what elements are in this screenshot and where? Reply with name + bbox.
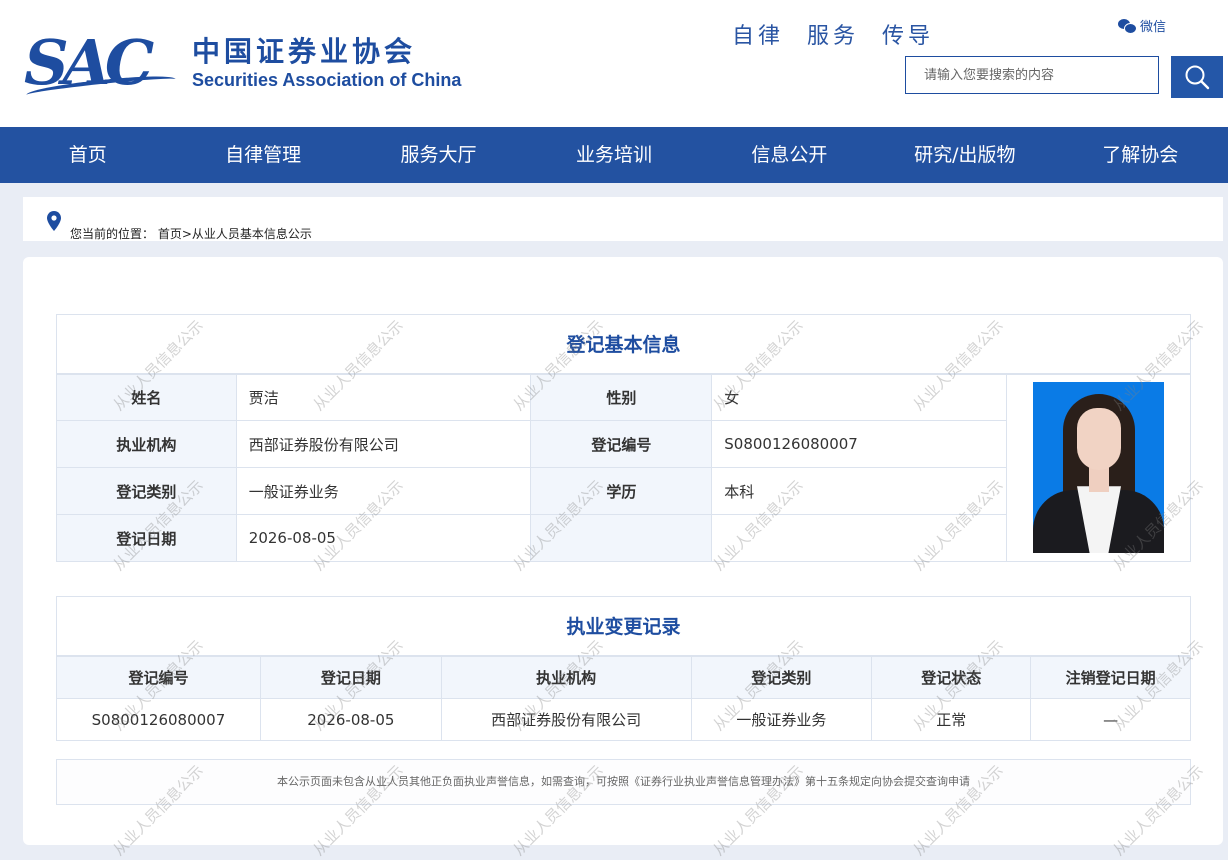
empty-label-cell <box>530 514 713 562</box>
photo-cell <box>1006 373 1191 562</box>
value-education: 本科 <box>711 467 1008 515</box>
col-header-reg-date: 登记日期 <box>259 655 442 699</box>
wechat-link[interactable]: 微信 <box>1118 16 1166 35</box>
wechat-icon <box>1118 18 1137 34</box>
nav-item-self-regulation[interactable]: 自律管理 <box>175 127 350 183</box>
value-reg-type: 一般证券业务 <box>235 467 532 515</box>
cell-status: 正常 <box>871 698 1032 741</box>
empty-value-cell <box>711 514 1008 562</box>
basic-info-table: 登记基本信息 姓名 贾洁 性别 女 执业机构 西部证券股份有限公司 登记编号 S… <box>56 314 1191 562</box>
nav-item-service-hall[interactable]: 服务大厅 <box>351 127 526 183</box>
value-gender: 女 <box>711 373 1008 421</box>
value-reg-date: 2026-08-05 <box>235 514 532 562</box>
search-bar <box>905 56 1223 98</box>
col-header-status: 登记状态 <box>871 655 1032 699</box>
nav-item-disclosure[interactable]: 信息公开 <box>702 127 877 183</box>
breadcrumb-prefix: 您当前的位置： <box>70 227 155 241</box>
nav-item-about[interactable]: 了解协会 <box>1053 127 1228 183</box>
label-reg-no: 登记编号 <box>530 420 713 468</box>
sac-logo[interactable]: SAC 中国证券业协会 Securities Association of Ch… <box>24 30 484 102</box>
wechat-label: 微信 <box>1140 20 1167 35</box>
nav-item-training[interactable]: 业务培训 <box>526 127 701 183</box>
location-pin-icon <box>47 211 61 231</box>
main-nav: 首页 自律管理 服务大厅 业务培训 信息公开 研究/出版物 了解协会 <box>0 127 1228 183</box>
cell-reg-no: S0800126080007 <box>56 698 261 741</box>
col-header-org: 执业机构 <box>440 655 692 699</box>
table-row: S0800126080007 2026-08-05 西部证券股份有限公司 一般证… <box>56 698 1191 741</box>
logo-chinese-name: 中国证券业协会 <box>192 35 417 68</box>
breadcrumb-home-link[interactable]: 首页 <box>158 227 182 241</box>
disclosure-notice: 本公示页面未包含从业人员其他正负面执业声誉信息，如需查询，可按照《证券行业执业声… <box>56 759 1191 805</box>
change-records-title: 执业变更记录 <box>56 596 1191 657</box>
label-education: 学历 <box>530 467 713 515</box>
cell-reg-date: 2026-08-05 <box>259 698 442 741</box>
value-name: 贾洁 <box>235 373 532 421</box>
value-org: 西部证券股份有限公司 <box>235 420 532 468</box>
id-photo <box>1033 382 1165 554</box>
cell-cancel-date: — <box>1030 698 1191 741</box>
content-card: 登记基本信息 姓名 贾洁 性别 女 执业机构 西部证券股份有限公司 登记编号 S… <box>23 257 1223 845</box>
basic-info-title: 登记基本信息 <box>56 314 1191 375</box>
logo-english-name: Securities Association of China <box>192 70 462 90</box>
cell-org: 西部证券股份有限公司 <box>440 698 692 741</box>
nav-item-home[interactable]: 首页 <box>0 127 175 183</box>
search-icon <box>1185 65 1210 90</box>
label-reg-date: 登记日期 <box>56 514 237 562</box>
col-header-cancel-date: 注销登记日期 <box>1030 655 1191 699</box>
label-name: 姓名 <box>56 373 237 421</box>
col-header-reg-no: 登记编号 <box>56 655 261 699</box>
search-button[interactable] <box>1171 56 1223 98</box>
search-input[interactable] <box>905 56 1159 94</box>
site-header: SAC 中国证券业协会 Securities Association of Ch… <box>0 0 1228 127</box>
cell-reg-type: 一般证券业务 <box>690 698 873 741</box>
label-reg-type: 登记类别 <box>56 467 237 515</box>
nav-item-research[interactable]: 研究/出版物 <box>877 127 1052 183</box>
header-slogan: 自律 服务 传导 <box>732 24 934 49</box>
value-reg-no: S0800126080007 <box>711 420 1008 468</box>
breadcrumb: 您当前的位置： 首页>从业人员基本信息公示 <box>70 225 312 242</box>
label-org: 执业机构 <box>56 420 237 468</box>
breadcrumb-bar: 您当前的位置： 首页>从业人员基本信息公示 <box>23 197 1223 241</box>
col-header-reg-type: 登记类别 <box>690 655 873 699</box>
label-gender: 性别 <box>530 373 713 421</box>
change-records-table: 执业变更记录 登记编号 登记日期 执业机构 登记类别 登记状态 注销登记日期 S… <box>56 596 1191 741</box>
breadcrumb-current: 从业人员基本信息公示 <box>191 227 312 241</box>
breadcrumb-separator: > <box>181 227 192 241</box>
